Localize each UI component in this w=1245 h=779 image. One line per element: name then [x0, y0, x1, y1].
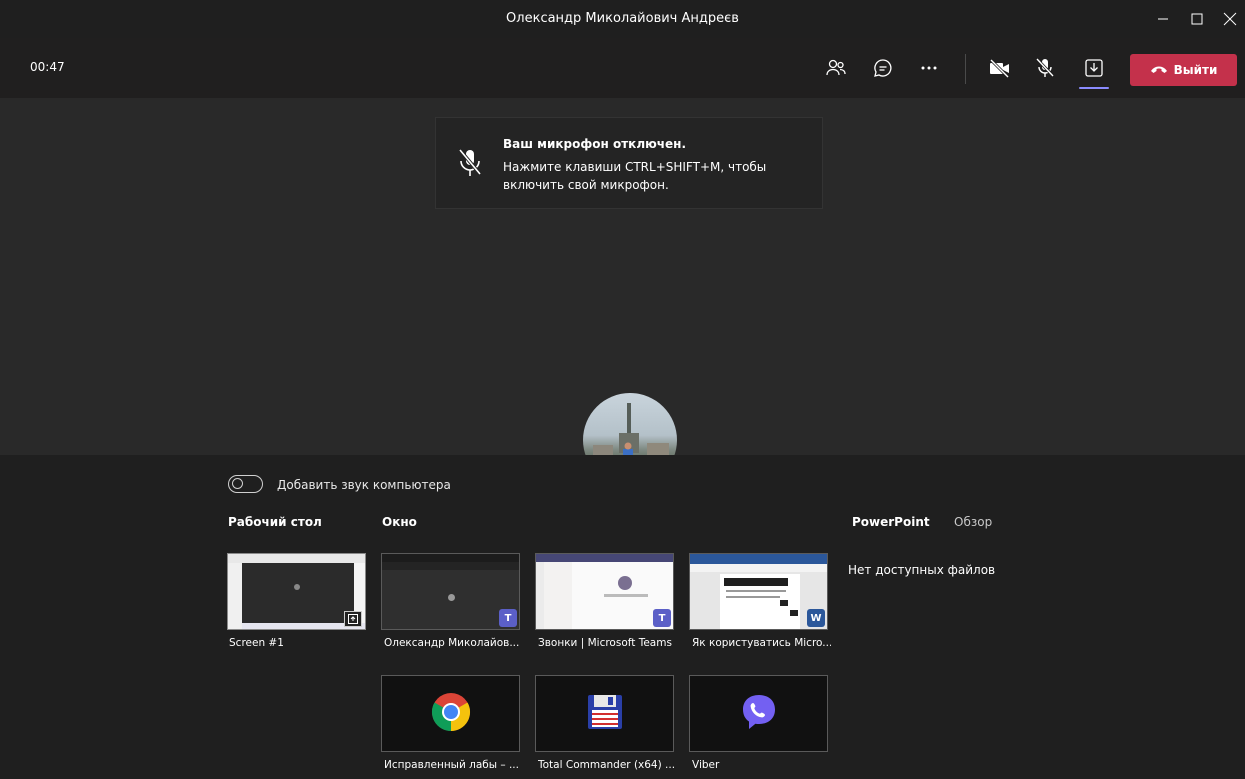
chrome-icon — [431, 692, 471, 736]
window-label: Звонки | Microsoft Teams — [538, 637, 672, 649]
maximize-icon[interactable] — [1184, 6, 1210, 32]
window-thumbnail-teams-calls[interactable]: T — [535, 553, 674, 630]
window-label: Viber — [692, 759, 720, 771]
window-label: Як користуватись Micro... — [692, 637, 831, 649]
window-thumbnail-call[interactable]: T — [381, 553, 520, 630]
tab-powerpoint[interactable]: PowerPoint — [852, 515, 930, 529]
mic-off-icon[interactable] — [1032, 55, 1058, 81]
window-label: Исправленный лабы – ... — [384, 759, 519, 771]
viber-icon — [739, 692, 779, 736]
window-label: Олександр Миколайов... — [384, 637, 520, 649]
mic-off-icon — [456, 146, 484, 180]
window-thumbnail-chrome[interactable] — [381, 675, 520, 752]
meeting-toolbar: 00:47 Выйти — [0, 38, 1245, 98]
leave-label: Выйти — [1173, 63, 1218, 77]
share-active-indicator — [1079, 87, 1109, 89]
window-thumbnail-word[interactable]: W — [689, 553, 828, 630]
share-tray-icon[interactable] — [1081, 55, 1107, 81]
toggle-knob — [232, 478, 243, 489]
camera-off-icon[interactable] — [987, 55, 1013, 81]
word-icon: W — [807, 609, 825, 627]
participants-icon[interactable] — [823, 55, 849, 81]
leave-button[interactable]: Выйти — [1130, 54, 1237, 86]
screen-thumbnail[interactable] — [227, 553, 366, 630]
window-title: Олександр Миколайович Андреєв — [506, 11, 739, 26]
notice-line-1: Нажмите клавиши CTRL+SHIFT+M, чтобы — [503, 160, 767, 174]
share-tray: Добавить звук компьютера Рабочий стол Ок… — [0, 455, 1245, 779]
screen-label: Screen #1 — [229, 637, 284, 649]
notice-line-2: включить свой микрофон. — [503, 178, 669, 192]
mic-muted-notice: Ваш микрофон отключен. Нажмите клавиши C… — [435, 117, 823, 209]
toolbar-divider — [965, 54, 966, 84]
chat-icon[interactable] — [870, 55, 896, 81]
share-screen-icon — [344, 611, 362, 627]
section-desktop: Рабочий стол — [228, 515, 322, 529]
hangup-icon — [1150, 63, 1168, 77]
window-thumbnail-total-commander[interactable] — [535, 675, 674, 752]
section-window: Окно — [382, 515, 417, 529]
teams-icon: T — [653, 609, 671, 627]
call-timer: 00:47 — [30, 60, 65, 74]
title-bar: Олександр Миколайович Андреєв — [0, 0, 1245, 38]
minimize-icon[interactable] — [1150, 6, 1176, 32]
notice-body: Нажмите клавиши CTRL+SHIFT+M, чтобы вклю… — [503, 158, 803, 194]
tab-browse[interactable]: Обзор — [954, 515, 992, 529]
no-files-message: Нет доступных файлов — [848, 563, 996, 577]
more-icon[interactable] — [916, 55, 942, 81]
total-commander-icon — [586, 693, 624, 735]
notice-title: Ваш микрофон отключен. — [503, 137, 687, 151]
computer-sound-toggle[interactable] — [228, 475, 263, 493]
teams-icon: T — [499, 609, 517, 627]
computer-sound-label: Добавить звук компьютера — [277, 478, 451, 492]
close-icon[interactable] — [1217, 6, 1243, 32]
window-thumbnail-viber[interactable] — [689, 675, 828, 752]
window-label: Total Commander (x64) ... — [538, 759, 676, 771]
